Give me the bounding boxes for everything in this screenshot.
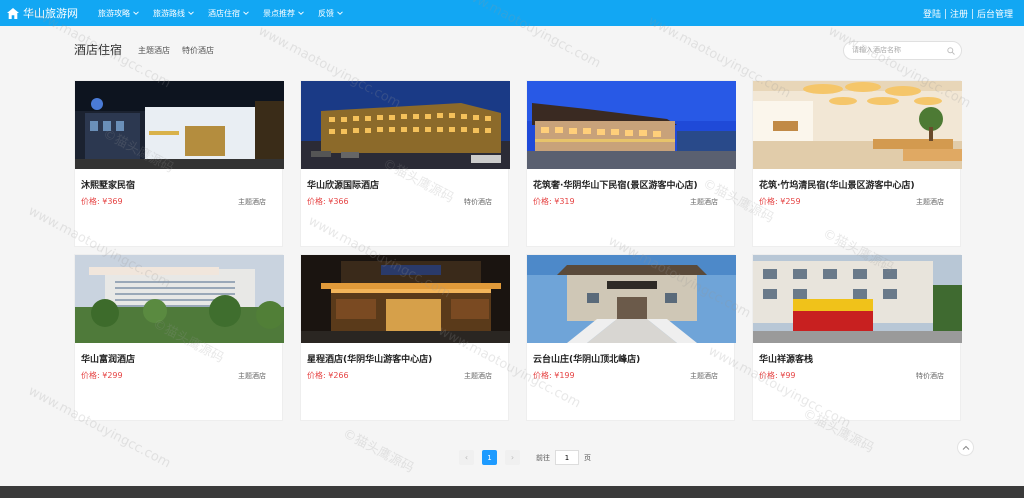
- pagination: ‹ 1 › 前往 页: [459, 450, 591, 465]
- hotel-price: 价格: ¥319: [533, 197, 575, 206]
- register-link[interactable]: 注册: [950, 7, 968, 20]
- hotel-card[interactable]: 花筑·竹坞清民宿(华山景区游客中心店) 价格: ¥259 主题酒店: [752, 80, 962, 247]
- hotel-name[interactable]: 花筑·竹坞清民宿(华山景区游客中心店): [759, 178, 915, 191]
- arrow-up-icon: [962, 445, 969, 450]
- search-box: [843, 41, 962, 60]
- goto-page-input[interactable]: [555, 450, 579, 465]
- tab-special-hotels[interactable]: 特价酒店: [182, 45, 214, 56]
- hotel-card[interactable]: 华山富润酒店 价格: ¥299 主题酒店: [74, 254, 284, 421]
- chevron-down-icon: [133, 11, 139, 15]
- search-input[interactable]: [852, 46, 942, 54]
- hotel-photo[interactable]: [301, 81, 510, 169]
- divider: [944, 8, 946, 19]
- brand[interactable]: 华山旅游网: [7, 5, 78, 21]
- hotel-price: 价格: ¥366: [307, 197, 349, 206]
- home-icon: [7, 7, 19, 19]
- tab-theme-hotels[interactable]: 主题酒店: [138, 45, 170, 56]
- hotel-card[interactable]: 星程酒店(华阴华山游客中心店) 价格: ¥266 主题酒店: [300, 254, 510, 421]
- hotel-price: 价格: ¥99: [759, 371, 796, 380]
- hotel-category: 主题酒店: [916, 198, 944, 206]
- admin-link[interactable]: 后台管理: [977, 7, 1013, 20]
- auth-links: 登陆 注册 后台管理: [923, 7, 1013, 20]
- hotel-category: 主题酒店: [690, 372, 718, 380]
- login-link[interactable]: 登陆: [923, 7, 941, 20]
- hotel-category: 主题酒店: [238, 198, 266, 206]
- goto-label: 前往: [536, 453, 550, 462]
- footer: [0, 486, 1024, 498]
- nav-item-attractions[interactable]: 景点推荐: [263, 8, 304, 19]
- nav-item-guides[interactable]: 旅游攻略: [98, 8, 139, 19]
- hotel-price: 价格: ¥199: [533, 371, 575, 380]
- chevron-down-icon: [298, 11, 304, 15]
- nav-item-feedback[interactable]: 反馈: [318, 8, 343, 19]
- hotel-card[interactable]: 沐熙墅家民宿 价格: ¥369 主题酒店: [74, 80, 284, 247]
- site-title: 华山旅游网: [23, 7, 78, 20]
- search-icon[interactable]: [947, 47, 955, 55]
- next-page-button[interactable]: ›: [505, 450, 520, 465]
- hotel-price: 价格: ¥299: [81, 371, 123, 380]
- hotel-name[interactable]: 华山祥源客栈: [759, 352, 813, 365]
- chevron-down-icon: [337, 11, 343, 15]
- hotel-card[interactable]: 花筑奢·华阴华山下民宿(景区游客中心店) 价格: ¥319 主题酒店: [526, 80, 736, 247]
- page-suffix: 页: [584, 453, 591, 462]
- hotel-category: 特价酒店: [916, 372, 944, 380]
- hotel-category: 主题酒店: [238, 372, 266, 380]
- watermark: ©猫头鹰源码: [340, 426, 417, 477]
- hotel-name[interactable]: 星程酒店(华阴华山游客中心店): [307, 352, 432, 365]
- hotel-price: 价格: ¥259: [759, 197, 801, 206]
- hotel-name[interactable]: 云台山庄(华阴山顶北峰店): [533, 352, 640, 365]
- hotel-photo[interactable]: [753, 81, 962, 169]
- hotel-card[interactable]: 云台山庄(华阴山顶北峰店) 价格: ¥199 主题酒店: [526, 254, 736, 421]
- hotel-price: 价格: ¥369: [81, 197, 123, 206]
- page-1-button[interactable]: 1: [482, 450, 497, 465]
- nav-item-routes[interactable]: 旅游路线: [153, 8, 194, 19]
- hotel-photo[interactable]: [75, 81, 284, 169]
- hotel-name[interactable]: 华山欣源国际酒店: [307, 178, 379, 191]
- top-navbar: 华山旅游网 旅游攻略 旅游路线 酒店住宿 景点推荐 反馈 登陆 注册 后台管理: [0, 0, 1024, 26]
- hotel-name[interactable]: 华山富润酒店: [81, 352, 135, 365]
- hotel-photo[interactable]: [527, 255, 736, 343]
- hotel-category: 主题酒店: [464, 372, 492, 380]
- nav-item-hotels[interactable]: 酒店住宿: [208, 8, 249, 19]
- hotel-card[interactable]: 华山欣源国际酒店 价格: ¥366 特价酒店: [300, 80, 510, 247]
- hotel-card[interactable]: 华山祥源客栈 价格: ¥99 特价酒店: [752, 254, 962, 421]
- hotel-photo[interactable]: [753, 255, 962, 343]
- hotel-photo[interactable]: [301, 255, 510, 343]
- page-title: 酒店住宿: [74, 43, 123, 57]
- hotel-name[interactable]: 花筑奢·华阴华山下民宿(景区游客中心店): [533, 178, 698, 191]
- chevron-down-icon: [243, 11, 249, 15]
- hotel-price: 价格: ¥266: [307, 371, 349, 380]
- chevron-down-icon: [188, 11, 194, 15]
- hotel-category: 主题酒店: [690, 198, 718, 206]
- prev-page-button[interactable]: ‹: [459, 450, 474, 465]
- hotel-photo[interactable]: [527, 81, 736, 169]
- back-to-top-button[interactable]: [957, 439, 974, 456]
- hotel-photo[interactable]: [75, 255, 284, 343]
- divider: [971, 8, 973, 19]
- hotel-category: 特价酒店: [464, 198, 492, 206]
- main-nav: 旅游攻略 旅游路线 酒店住宿 景点推荐 反馈: [98, 8, 357, 19]
- hotel-name[interactable]: 沐熙墅家民宿: [81, 178, 135, 191]
